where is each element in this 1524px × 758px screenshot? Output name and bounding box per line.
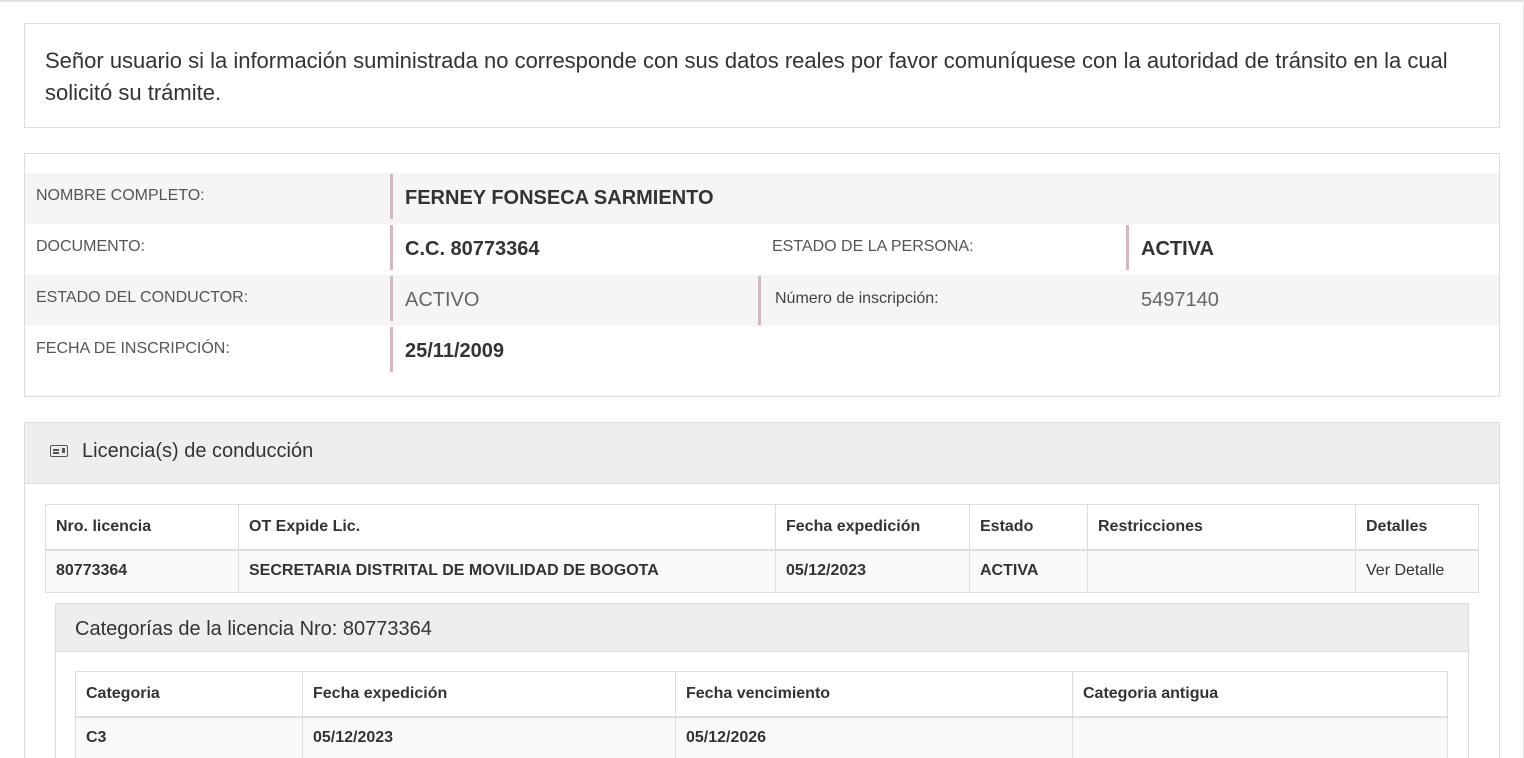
licenses-panel-header: Licencia(s) de conducción bbox=[25, 423, 1499, 484]
licenses-title: Licencia(s) de conducción bbox=[82, 440, 314, 462]
person-info-panel: NOMBRE COMPLETO: FERNEY FONSECA SARMIENT… bbox=[24, 153, 1500, 397]
col-cat-fecha-expedicion: Fecha expedición bbox=[302, 671, 676, 718]
ver-detalle-link[interactable]: Ver Detalle bbox=[1355, 549, 1479, 593]
nombre-value: FERNEY FONSECA SARMIENTO bbox=[390, 174, 714, 219]
documento-label: DOCUMENTO: bbox=[36, 238, 146, 255]
cell-cat-fecha-exp: 05/12/2023 bbox=[302, 716, 676, 758]
cell-cat-antigua bbox=[1072, 716, 1448, 758]
cell-estado: ACTIVA bbox=[969, 549, 1088, 593]
categories-panel: Categorías de la licencia Nro: 80773364 … bbox=[55, 603, 1469, 758]
numero-inscripcion-label: Número de inscripción: bbox=[758, 276, 939, 325]
numero-inscripcion-value: 5497140 bbox=[1141, 289, 1219, 311]
notice-text: Señor usuario si la información suminist… bbox=[45, 48, 1448, 105]
info-row-fecha: FECHA DE INSCRIPCIÓN: 25/11/2009 bbox=[25, 326, 1499, 377]
col-restricciones: Restricciones bbox=[1087, 504, 1356, 551]
col-cat-fecha-vencimiento: Fecha vencimiento bbox=[675, 671, 1073, 718]
fecha-inscripcion-label: FECHA DE INSCRIPCIÓN: bbox=[36, 340, 230, 357]
info-row-conductor: ESTADO DEL CONDUCTOR: ACTIVO Número de i… bbox=[25, 275, 1499, 326]
col-estado: Estado bbox=[969, 504, 1088, 551]
col-fecha-expedicion: Fecha expedición bbox=[775, 504, 970, 551]
cell-cat-fecha-venc: 05/12/2026 bbox=[675, 716, 1073, 758]
nombre-label: NOMBRE COMPLETO: bbox=[36, 187, 205, 204]
licenses-panel: Licencia(s) de conducción Nro. licencia … bbox=[24, 422, 1500, 758]
table-row: C3 05/12/2023 05/12/2026 bbox=[75, 716, 1448, 758]
cell-ot: SECRETARIA DISTRITAL DE MOVILIDAD DE BOG… bbox=[238, 549, 776, 593]
col-categoria-antigua: Categoria antigua bbox=[1072, 671, 1448, 718]
estado-conductor-value: ACTIVO bbox=[390, 276, 479, 321]
table-row: 80773364 SECRETARIA DISTRITAL DE MOVILID… bbox=[45, 549, 1479, 593]
col-categoria: Categoria bbox=[75, 671, 303, 718]
documento-value: C.C. 80773364 bbox=[390, 225, 540, 270]
cell-restricciones bbox=[1087, 549, 1356, 593]
categories-table: Categoria Fecha expedición Fecha vencimi… bbox=[75, 671, 1448, 758]
page: Señor usuario si la información suminist… bbox=[0, 0, 1524, 758]
col-nro-licencia: Nro. licencia bbox=[45, 504, 239, 551]
categories-header-row: Categoria Fecha expedición Fecha vencimi… bbox=[75, 671, 1448, 718]
fecha-inscripcion-value: 25/11/2009 bbox=[390, 327, 504, 372]
info-row-documento: DOCUMENTO: C.C. 80773364 ESTADO DE LA PE… bbox=[25, 224, 1499, 275]
estado-persona-label: ESTADO DE LA PERSONA: bbox=[772, 238, 974, 255]
cell-nro: 80773364 bbox=[45, 549, 239, 593]
estado-persona-value: ACTIVA bbox=[1126, 225, 1214, 270]
col-ot-expide: OT Expide Lic. bbox=[238, 504, 776, 551]
cell-fecha: 05/12/2023 bbox=[775, 549, 970, 593]
estado-conductor-label: ESTADO DEL CONDUCTOR: bbox=[36, 289, 249, 306]
notice-box: Señor usuario si la información suminist… bbox=[24, 23, 1500, 128]
id-card-icon bbox=[50, 445, 68, 457]
categories-panel-header: Categorías de la licencia Nro: 80773364 bbox=[56, 604, 1468, 652]
col-detalles: Detalles bbox=[1355, 504, 1479, 551]
info-row-nombre: NOMBRE COMPLETO: FERNEY FONSECA SARMIENT… bbox=[25, 173, 1499, 224]
cell-categoria: C3 bbox=[75, 716, 303, 758]
licenses-table: Nro. licencia OT Expide Lic. Fecha exped… bbox=[45, 504, 1479, 593]
categories-title: Categorías de la licencia Nro: 80773364 bbox=[75, 618, 432, 640]
licenses-header-row: Nro. licencia OT Expide Lic. Fecha exped… bbox=[45, 504, 1479, 551]
